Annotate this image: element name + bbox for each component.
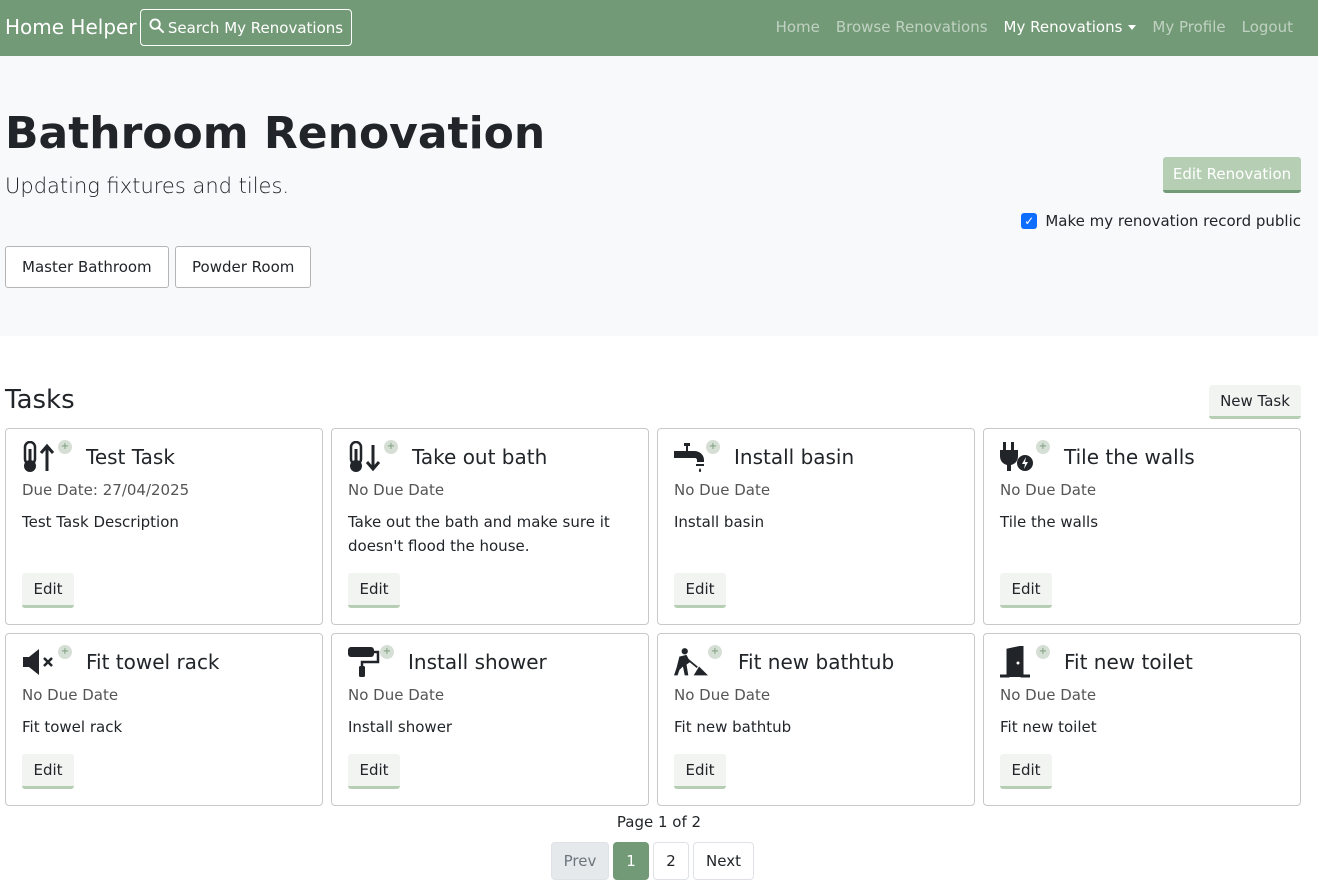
nav-my-renovations-dropdown[interactable]: My Renovations bbox=[1004, 18, 1137, 36]
door-open-icon bbox=[1000, 646, 1034, 678]
room-button-master-bathroom[interactable]: Master Bathroom bbox=[5, 246, 169, 288]
public-checkbox-label[interactable]: Make my renovation record public bbox=[1045, 212, 1301, 230]
search-renovations-button[interactable]: Search My Renovations bbox=[140, 9, 352, 46]
add-icon[interactable]: + bbox=[380, 645, 394, 659]
nav-my-profile[interactable]: My Profile bbox=[1152, 18, 1225, 36]
next-page-button[interactable]: Next bbox=[693, 842, 754, 880]
edit-task-button[interactable]: Edit bbox=[22, 573, 74, 608]
renovation-description: Updating fixtures and tiles. bbox=[5, 174, 290, 198]
task-due-date: No Due Date bbox=[674, 686, 771, 704]
faucet-icon bbox=[674, 441, 708, 473]
task-due-date: No Due Date bbox=[674, 481, 771, 499]
task-description: Fit towel rack bbox=[22, 718, 123, 736]
add-icon[interactable]: + bbox=[706, 440, 720, 454]
plug-bolt-icon bbox=[1000, 441, 1034, 473]
task-title: Fit towel rack bbox=[86, 650, 220, 674]
nav-my-renovations-label: My Renovations bbox=[1003, 18, 1123, 36]
edit-task-button[interactable]: Edit bbox=[674, 754, 726, 789]
task-due-date: No Due Date bbox=[348, 481, 445, 499]
task-description: Test Task Description bbox=[22, 513, 179, 531]
edit-task-button[interactable]: Edit bbox=[1000, 573, 1052, 608]
thermometer-up-icon bbox=[22, 441, 56, 473]
task-card: + Tile the walls No Due Date Tile the wa… bbox=[983, 428, 1301, 625]
prev-page-button[interactable]: Prev bbox=[551, 842, 609, 880]
renovation-header: Bathroom Renovation Updating fixtures an… bbox=[0, 56, 1318, 336]
task-title: Take out bath bbox=[412, 445, 548, 469]
task-description: Install shower bbox=[348, 718, 453, 736]
task-card: + Fit new toilet No Due Date Fit new toi… bbox=[983, 633, 1301, 806]
task-due-date: Due Date: 27/04/2025 bbox=[22, 481, 190, 499]
edit-task-button[interactable]: Edit bbox=[674, 573, 726, 608]
add-icon[interactable]: + bbox=[708, 645, 722, 659]
public-toggle-row: ✓ Make my renovation record public bbox=[1021, 212, 1301, 230]
pagination: Prev 1 2 Next bbox=[551, 842, 754, 880]
pagination-info: Page 1 of 2 bbox=[616, 813, 702, 831]
edit-task-button[interactable]: Edit bbox=[22, 754, 74, 789]
task-title: Tile the walls bbox=[1064, 445, 1195, 469]
page-button-1[interactable]: 1 bbox=[613, 842, 649, 880]
task-due-date: No Due Date bbox=[22, 686, 119, 704]
tasks-heading: Tasks bbox=[5, 385, 75, 415]
paint-roller-icon bbox=[348, 646, 382, 678]
brand-logo[interactable]: Home Helper bbox=[5, 15, 137, 39]
page-title: Bathroom Renovation bbox=[5, 108, 546, 159]
task-due-date: No Due Date bbox=[1000, 481, 1097, 499]
task-card: + Fit towel rack No Due Date Fit towel r… bbox=[5, 633, 323, 806]
nav-browse-renovations[interactable]: Browse Renovations bbox=[836, 18, 988, 36]
task-description: Fit new bathtub bbox=[674, 718, 792, 736]
chevron-down-icon bbox=[1128, 25, 1137, 30]
person-digging-icon bbox=[674, 646, 708, 678]
task-title: Fit new bathtub bbox=[738, 650, 895, 674]
add-icon[interactable]: + bbox=[1036, 440, 1050, 454]
nav-logout[interactable]: Logout bbox=[1242, 18, 1293, 36]
edit-renovation-button[interactable]: Edit Renovation bbox=[1163, 157, 1301, 193]
navbar: Home Helper Search My Renovations Home B… bbox=[0, 0, 1318, 56]
task-description: Take out the bath and make sure it doesn… bbox=[348, 513, 610, 555]
task-due-date: No Due Date bbox=[348, 686, 445, 704]
nav-links: Home Browse Renovations My Renovations M… bbox=[776, 18, 1293, 36]
edit-task-button[interactable]: Edit bbox=[348, 754, 400, 789]
add-icon[interactable]: + bbox=[58, 440, 72, 454]
task-title: Install basin bbox=[734, 445, 855, 469]
task-card: + Install shower No Due Date Install sho… bbox=[331, 633, 649, 806]
add-icon[interactable]: + bbox=[58, 645, 72, 659]
task-card: + Test Task Due Date: 27/04/2025 Test Ta… bbox=[5, 428, 323, 625]
search-icon bbox=[149, 18, 164, 37]
page-button-2[interactable]: 2 bbox=[653, 842, 689, 880]
task-title: Test Task bbox=[86, 445, 175, 469]
add-icon[interactable]: + bbox=[1036, 645, 1050, 659]
task-card: + Take out bath No Due Date Take out the… bbox=[331, 428, 649, 625]
nav-home[interactable]: Home bbox=[776, 18, 820, 36]
thermometer-down-icon bbox=[348, 441, 382, 473]
task-description: Install basin bbox=[674, 513, 765, 531]
task-title: Install shower bbox=[408, 650, 547, 674]
task-due-date: No Due Date bbox=[1000, 686, 1097, 704]
edit-task-button[interactable]: Edit bbox=[348, 573, 400, 608]
task-card: + Fit new bathtub No Due Date Fit new ba… bbox=[657, 633, 975, 806]
task-title: Fit new toilet bbox=[1064, 650, 1193, 674]
task-card: + Install basin No Due Date Install basi… bbox=[657, 428, 975, 625]
room-button-powder-room[interactable]: Powder Room bbox=[175, 246, 312, 288]
add-icon[interactable]: + bbox=[384, 440, 398, 454]
speaker-mute-icon bbox=[22, 646, 56, 678]
task-description: Fit new toilet bbox=[1000, 718, 1097, 736]
new-task-button[interactable]: New Task bbox=[1209, 385, 1301, 419]
search-renovations-label: Search My Renovations bbox=[167, 18, 344, 37]
public-checkbox[interactable]: ✓ bbox=[1021, 213, 1038, 229]
task-description: Tile the walls bbox=[1000, 513, 1099, 531]
edit-task-button[interactable]: Edit bbox=[1000, 754, 1052, 789]
